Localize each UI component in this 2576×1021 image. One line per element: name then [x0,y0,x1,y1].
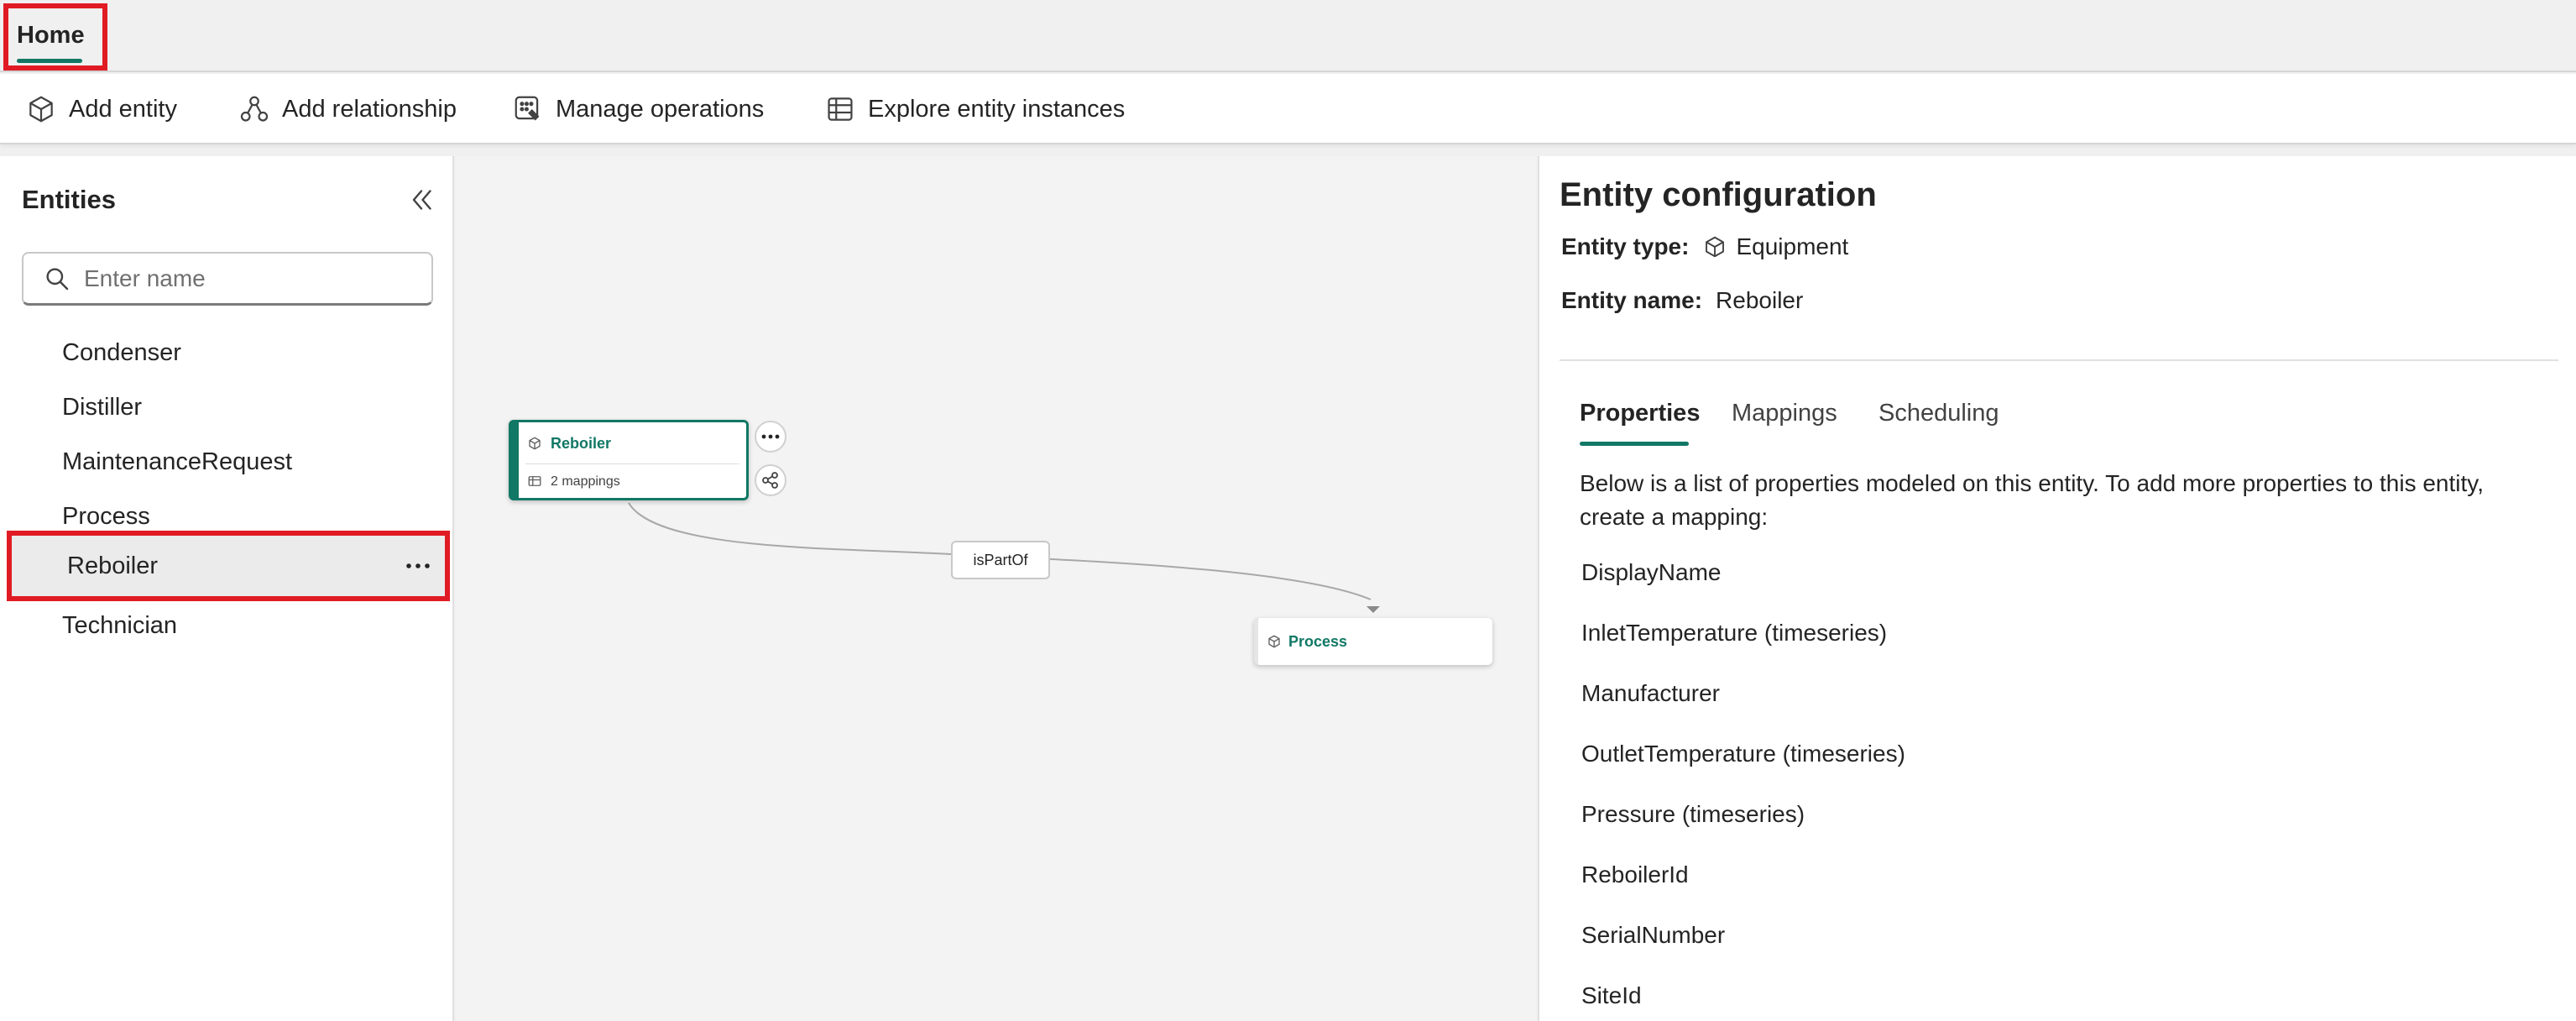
entity-search-box[interactable] [22,252,433,306]
property-item: OutletTemperature (timeseries) [1581,741,1905,767]
property-item: SerialNumber [1581,922,1726,948]
tab-mappings[interactable]: Mappings [1732,400,1837,427]
entity-item-technician[interactable]: Technician [0,599,454,652]
more-options-icon [761,434,780,439]
property-item: Pressure (timeseries) [1581,801,1805,827]
add-entity-label: Add entity [69,95,177,123]
entity-item-label: Condenser [62,338,181,366]
tab-home[interactable]: Home [3,3,107,71]
entity-name-label: Entity name: [1561,287,1703,313]
entity-configuration-panel: Entity configuration Entity type: Equipm… [1538,156,2576,1021]
collapse-panel-icon[interactable] [406,185,436,215]
manage-operations-label: Manage operations [556,95,765,123]
entity-node-reboiler[interactable]: Reboiler 2 mappings [509,420,749,500]
arrowhead-icon [1366,606,1380,613]
table-icon [828,97,853,121]
add-relationship-label: Add relationship [282,95,457,123]
node-mappings-count: 2 mappings [551,474,620,489]
cube-icon [529,437,541,450]
relationship-edge [628,502,1380,613]
property-item: Manufacturer [1581,680,1720,706]
manage-operations-button[interactable]: Manage operations [512,91,764,128]
entity-item-maintenancerequest[interactable]: MaintenanceRequest [0,435,454,489]
entity-type-label: Entity type: [1561,233,1690,259]
property-item: InletTemperature (timeseries) [1581,620,1888,646]
mapping-table-icon [528,476,541,486]
node-divider [525,463,739,464]
cube-icon [29,96,53,123]
entities-title: Entities [22,185,116,214]
tab-bar: Home [0,0,2576,72]
entity-item-label: Technician [62,611,178,639]
explore-entity-instances-label: Explore entity instances [868,95,1126,123]
search-icon [46,267,69,290]
entity-item-label: Process [62,502,150,530]
graph-canvas[interactable] [456,156,1536,1021]
search-input[interactable] [84,264,420,292]
add-relationship-button[interactable]: Add relationship [238,91,457,128]
entity-item-label: Distiller [62,393,143,421]
entities-panel: Entities Condenser Distiller Maintenance… [0,156,454,1021]
property-item: SiteId [1581,982,1642,1008]
node-relationship-button[interactable] [755,464,786,496]
property-item: ReboilerId [1581,861,1689,887]
tab-active-indicator [17,59,82,63]
section-divider [1560,359,2558,361]
more-options-icon[interactable] [403,556,433,576]
relationship-icon [240,96,269,122]
entity-item-distiller[interactable]: Distiller [0,380,454,434]
tab-active-indicator [1580,442,1689,446]
edge-label-ispartof[interactable]: isPartOf [951,541,1050,579]
entity-type-row: Entity type: Equipment [1561,233,1848,260]
entity-name-row: Entity name: Reboiler [1561,287,1803,314]
operations-icon [515,96,540,121]
add-entity-button[interactable]: Add entity [25,91,177,128]
tab-scheduling[interactable]: Scheduling [1878,400,1999,427]
property-item: DisplayName [1581,559,1722,585]
tab-properties[interactable]: Properties [1580,400,1700,427]
cube-icon [1268,635,1280,648]
node-more-button[interactable] [755,421,786,453]
node-name: Reboiler [551,435,612,452]
share-nodes-icon [762,472,778,489]
entity-item-reboiler[interactable]: Reboiler [7,531,450,601]
config-title: Entity configuration [1560,176,1877,213]
entity-item-condenser[interactable]: Condenser [0,326,454,380]
cube-icon [1706,236,1725,258]
properties-description: Below is a list of properties modeled on… [1580,470,2484,530]
entity-node-process[interactable]: Process [1254,618,1492,665]
ribbon-toolbar: Add entity Add relationship Manage opera… [0,74,2576,144]
entity-type-value: Equipment [1736,233,1849,259]
node-name: Process [1288,633,1348,650]
entity-item-label: Reboiler [67,552,158,579]
entity-name-value: Reboiler [1716,287,1804,313]
tab-home-label: Home [17,22,85,49]
entity-item-label: MaintenanceRequest [62,448,293,475]
explore-entity-instances-button[interactable]: Explore entity instances [824,91,1125,128]
